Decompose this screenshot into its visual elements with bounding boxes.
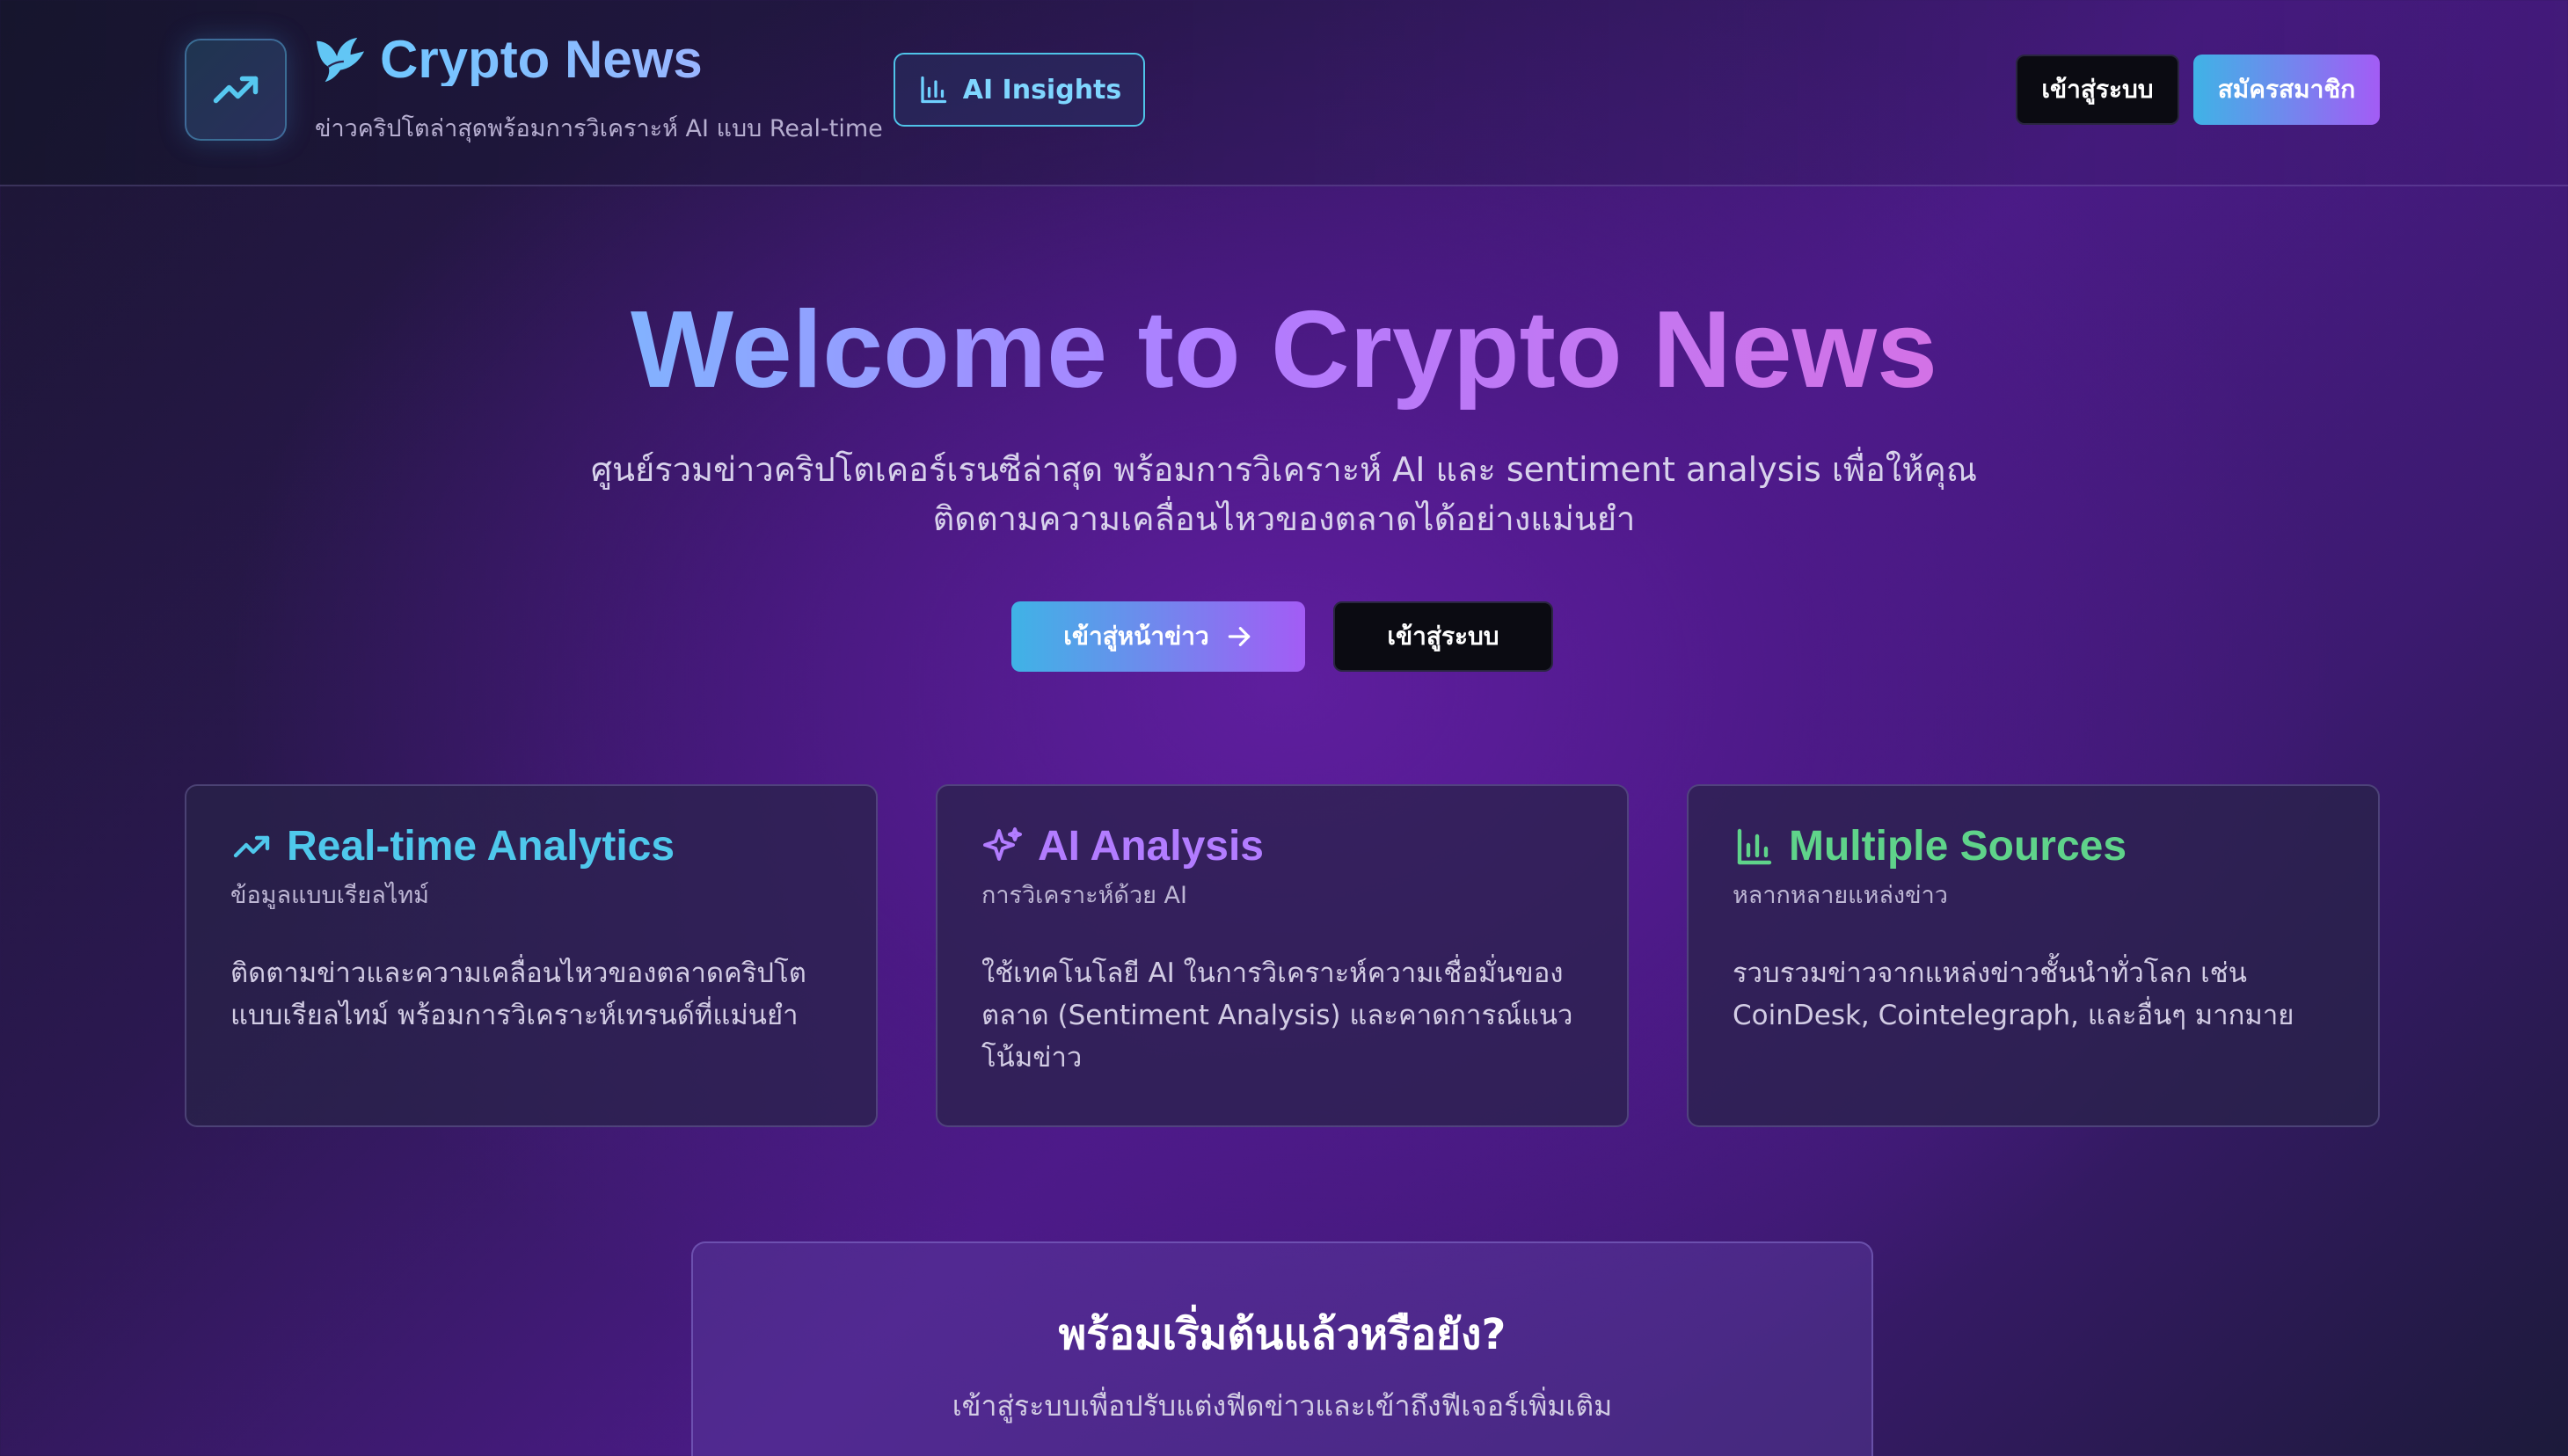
feature-card-ai: AI Analysis การวิเคราะห์ด้วย AI ใช้เทคโน…	[936, 784, 1629, 1127]
feature-body: รวบรวมข่าวจากแหล่งข่าวชั้นนำทั่วโลก เช่น…	[1733, 957, 2294, 1031]
ai-insights-button[interactable]: AI Insights	[894, 53, 1145, 127]
sparkles-icon	[983, 827, 1022, 861]
brand-subtitle: ข่าวคริปโตล่าสุดพร้อมการวิเคราะห์ AI แบบ…	[315, 115, 883, 142]
get-started-subtitle: เข้าสู่ระบบเพื่อปรับแต่งฟีดข่าวและเข้าถึ…	[952, 1389, 1613, 1423]
hero-title: Welcome to Crypto News	[630, 289, 1937, 411]
brand-title: Crypto News	[380, 30, 703, 89]
ai-insights-label: AI Insights	[962, 74, 1122, 106]
go-to-news-label: เข้าสู่หน้าข่าว	[1063, 622, 1209, 651]
top-header: Crypto News ข่าวคริปโตล่าสุดพร้อมการวิเค…	[0, 0, 2568, 186]
bird-icon	[316, 37, 365, 83]
get-started-panel: พร้อมเริ่มต้นแล้วหรือยัง? เข้าสู่ระบบเพื…	[691, 1241, 1873, 1456]
bar-chart-icon	[1737, 828, 1772, 865]
hero-description: ศูนย์รวมข่าวคริปโตเคอร์เรนซีล่าสุด พร้อม…	[590, 450, 1978, 538]
feature-title: Multiple Sources	[1789, 823, 2127, 870]
brand[interactable]: Crypto News	[313, 33, 703, 86]
feature-card-realtime: Real-time Analytics ข้อมูลแบบเรียลไทม์ ต…	[185, 784, 878, 1127]
feature-title: AI Analysis	[1038, 823, 1264, 870]
go-to-news-button[interactable]: เข้าสู่หน้าข่าว	[1011, 601, 1305, 672]
bar-chart-icon	[921, 76, 946, 104]
feature-title: Real-time Analytics	[287, 823, 675, 870]
feature-subtitle: ข้อมูลแบบเรียลไทม์	[230, 882, 429, 909]
trending-up-icon	[233, 835, 270, 858]
feature-body: ใช้เทคโนโลยี AI ในการวิเคราะห์ความเชื่อม…	[981, 957, 1573, 1074]
arrow-right-icon	[1228, 627, 1250, 646]
trending-up-icon	[213, 76, 259, 104]
hero-login-button[interactable]: เข้าสู่ระบบ	[1333, 601, 1553, 672]
header-login-button[interactable]: เข้าสู่ระบบ	[2016, 55, 2179, 125]
logo-badge[interactable]	[185, 39, 287, 141]
get-started-title: พร้อมเริ่มต้นแล้วหรือยัง?	[1058, 1310, 1507, 1359]
header-signup-button[interactable]: สมัครสมาชิก	[2193, 55, 2380, 125]
feature-subtitle: การวิเคราะห์ด้วย AI	[981, 882, 1187, 909]
feature-body: ติดตามข่าวและความเคลื่อนไหวของตลาดคริปโต…	[230, 957, 806, 1031]
feature-subtitle: หลากหลายแหล่งข่าว	[1733, 882, 1948, 909]
feature-card-sources: Multiple Sources หลากหลายแหล่งข่าว รวบรว…	[1687, 784, 2380, 1127]
